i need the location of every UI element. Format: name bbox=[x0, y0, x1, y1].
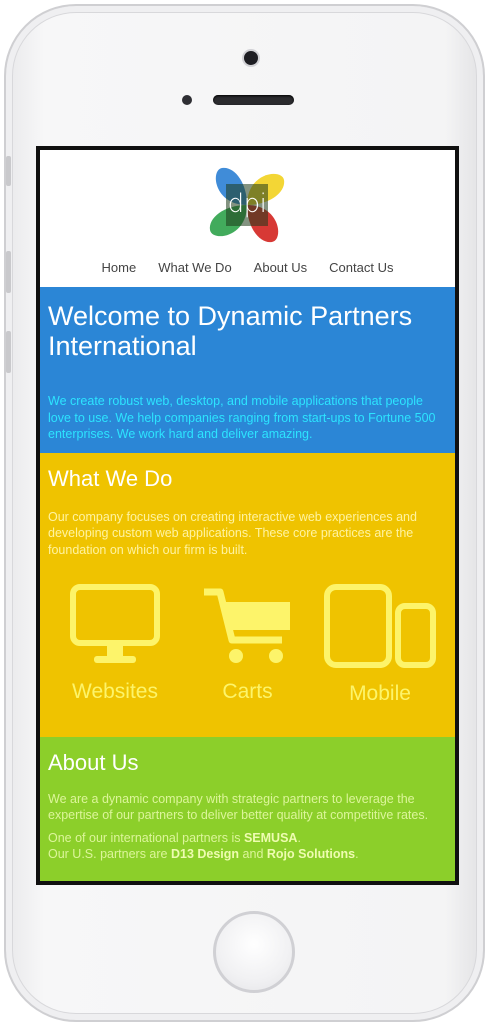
service-label: Mobile bbox=[349, 681, 411, 705]
phone-screen: dpi Home What We Do About Us Contact Us … bbox=[36, 146, 459, 885]
service-websites[interactable]: Websites bbox=[50, 583, 180, 706]
earpiece-speaker bbox=[213, 95, 294, 105]
us-prefix: Our U.S. partners are bbox=[48, 846, 171, 861]
about-title: About Us bbox=[48, 750, 139, 775]
volume-down-button bbox=[6, 331, 11, 373]
services-list: Websites Carts Mobile bbox=[48, 583, 447, 706]
monitor-icon bbox=[70, 583, 160, 663]
welcome-text: We create robust web, desktop, and mobil… bbox=[48, 394, 436, 441]
welcome-section: Welcome to Dynamic Partners Internationa… bbox=[40, 287, 455, 453]
web-viewport: dpi Home What We Do About Us Contact Us … bbox=[40, 150, 455, 881]
service-mobile[interactable]: Mobile bbox=[315, 583, 445, 706]
nav-home[interactable]: Home bbox=[91, 260, 148, 275]
dpi-logo[interactable]: dpi bbox=[204, 162, 290, 248]
site-header: dpi Home What We Do About Us Contact Us bbox=[40, 150, 455, 287]
partner-semusa-link[interactable]: SEMUSA bbox=[244, 831, 297, 845]
what-text: Our company focuses on creating interact… bbox=[48, 510, 417, 557]
partners-text: One of our international partners is SEM… bbox=[48, 830, 447, 863]
partner-d13-link[interactable]: D13 Design bbox=[171, 847, 239, 861]
volume-up-button bbox=[6, 251, 11, 293]
front-camera bbox=[244, 51, 258, 65]
nav-contact-us[interactable]: Contact Us bbox=[318, 260, 404, 275]
service-label: Carts bbox=[222, 679, 273, 703]
intl-prefix: One of our international partners is bbox=[48, 830, 244, 845]
home-button[interactable] bbox=[213, 911, 295, 993]
mute-switch bbox=[6, 156, 11, 186]
about-text: We are a dynamic company with strategic … bbox=[48, 792, 429, 823]
what-title: What We Do bbox=[48, 466, 173, 491]
service-carts[interactable]: Carts bbox=[183, 584, 313, 706]
nav-about-us[interactable]: About Us bbox=[243, 260, 318, 275]
tablet-phone-icon bbox=[324, 583, 436, 668]
nav-what-we-do[interactable]: What We Do bbox=[147, 260, 242, 275]
partner-rojo-link[interactable]: Rojo Solutions bbox=[267, 847, 355, 861]
us-and: and bbox=[239, 846, 267, 861]
intl-suffix: . bbox=[297, 830, 301, 845]
welcome-title: Welcome to Dynamic Partners Internationa… bbox=[48, 301, 413, 362]
us-suffix: . bbox=[355, 846, 359, 861]
what-we-do-section: What We Do Our company focuses on creati… bbox=[40, 453, 455, 737]
proximity-sensor bbox=[182, 95, 192, 105]
logo-text: dpi bbox=[227, 189, 267, 219]
main-nav: Home What We Do About Us Contact Us bbox=[40, 260, 455, 275]
about-section: About Us We are a dynamic company with s… bbox=[40, 737, 455, 881]
service-label: Websites bbox=[72, 679, 158, 703]
shopping-cart-icon bbox=[203, 588, 290, 663]
